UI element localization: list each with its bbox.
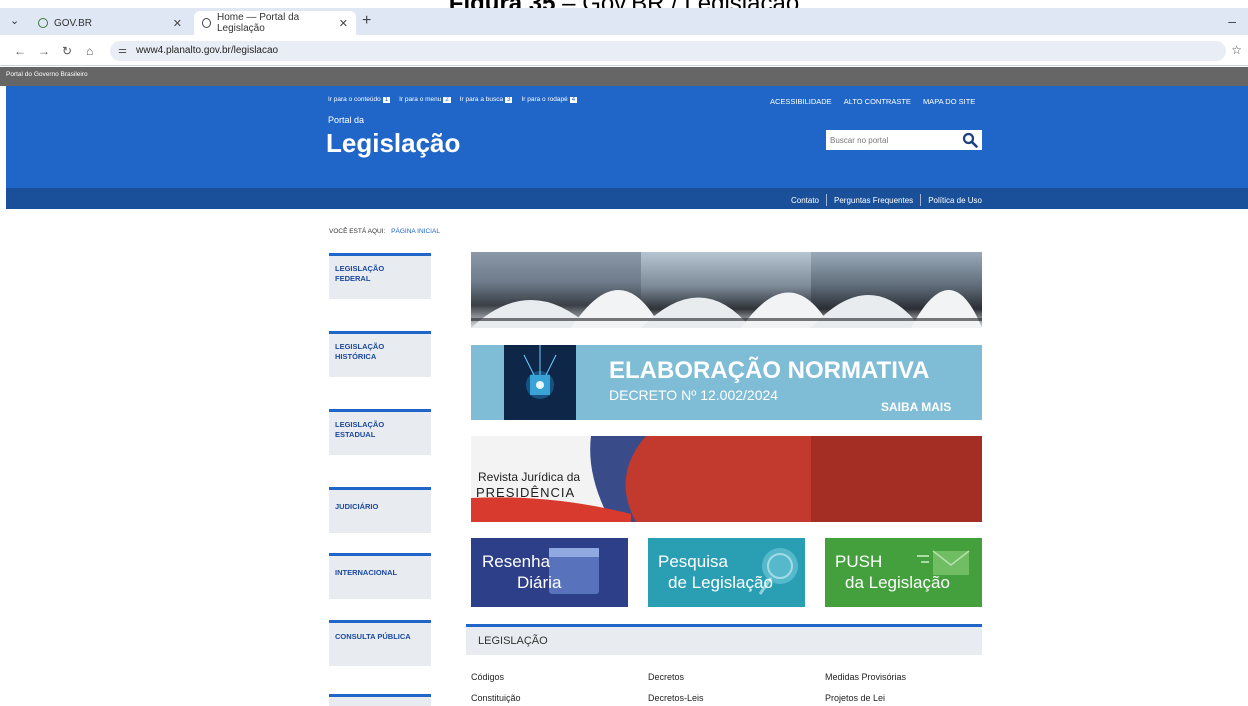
tab-search-chevron-icon[interactable]: ⌄ <box>10 14 19 27</box>
tab-govbr[interactable]: GOV.BR ✕ <box>30 11 190 35</box>
breadcrumb-current[interactable]: PÁGINA INICIAL <box>391 228 440 235</box>
accessibility-link[interactable]: ACESSIBILIDADE <box>770 97 832 106</box>
gov-bar: Portal do Governo Brasileiro <box>0 67 1248 86</box>
portal-label: Portal da <box>328 115 365 125</box>
divider <box>920 194 922 206</box>
revista-juridica-banner[interactable]: Revista Jurídica da PRESIDÊNCIA <box>471 436 982 522</box>
breadcrumb-label: VOCÊ ESTÁ AQUI: <box>329 228 386 235</box>
site-header: Ir para o conteúdo 1 Ir para o menu 2 Ir p… <box>6 86 1248 188</box>
section-title: LEGISLAÇÃO <box>478 635 548 647</box>
divider <box>826 194 828 206</box>
tile-label: PUSH <box>835 552 883 571</box>
top-links: ACESSIBILIDADE ALTO CONTRASTE MAPA DO SI… <box>770 97 975 106</box>
chip-icon <box>523 345 557 399</box>
elaboracao-subtitle: DECRETO Nº 12.002/2024 <box>609 387 779 403</box>
tile-label: Diária <box>517 573 562 592</box>
revista-line1: Revista Jurídica da <box>478 470 581 484</box>
tile-label: Resenha <box>482 552 551 571</box>
close-tab-icon[interactable]: ✕ <box>173 17 182 30</box>
resenha-diaria-tile[interactable]: Resenha Diária <box>471 538 628 607</box>
link-medidas-provisorias[interactable]: Medidas Provisórias <box>825 672 906 682</box>
bookmark-star-icon[interactable]: ☆ <box>1231 43 1242 57</box>
high-contrast-link[interactable]: ALTO CONTRASTE <box>844 97 911 106</box>
skip-link-content[interactable]: Ir para o conteúdo 1 <box>328 96 391 103</box>
site-title[interactable]: Legislação <box>326 128 460 159</box>
menu-label: ESTADUAL <box>335 430 376 439</box>
back-arrow-icon[interactable]: ← <box>14 44 26 58</box>
menu-label: LEGISLAÇÃO <box>335 420 385 429</box>
sitemap-link[interactable]: MAPA DO SITE <box>923 97 975 106</box>
tile-label: Pesquisa <box>658 552 728 571</box>
saiba-mais-link[interactable]: SAIBA MAIS <box>881 400 951 414</box>
faq-link[interactable]: Perguntas Frequentes <box>834 196 913 205</box>
side-menu-item[interactable] <box>329 694 431 706</box>
tile-label: da Legislação <box>845 573 950 592</box>
side-menu-judiciario[interactable]: JUDICIÁRIO <box>329 487 431 533</box>
gov-bar-label[interactable]: Portal do Governo Brasileiro <box>6 71 88 78</box>
building-columns-graphic <box>471 290 982 328</box>
link-decretos-leis[interactable]: Decretos-Leis <box>648 693 704 703</box>
contact-link[interactable]: Contato <box>791 196 819 205</box>
planalto-building-banner[interactable] <box>471 252 982 328</box>
tile-label: de Legislação <box>668 573 773 592</box>
side-menu-legislacao-estadual[interactable]: LEGISLAÇÃO ESTADUAL <box>329 409 431 455</box>
search-input[interactable] <box>830 132 958 148</box>
new-tab-button[interactable]: + <box>362 12 371 30</box>
revista-line2: PRESIDÊNCIA <box>476 485 576 500</box>
forward-arrow-icon[interactable]: → <box>38 44 50 58</box>
site-info-icon[interactable]: ⚌ <box>118 41 127 61</box>
tab-label: GOV.BR <box>54 17 92 29</box>
favicon-icon <box>38 18 48 28</box>
side-menu-legislacao-historica[interactable]: LEGISLAÇÃO HISTÓRICA <box>329 331 431 377</box>
menu-label: INTERNACIONAL <box>335 568 398 577</box>
globe-icon <box>202 18 211 28</box>
push-legislacao-tile[interactable]: PUSH da Legislação <box>825 538 982 607</box>
skip-link-search[interactable]: Ir para a busca 3 <box>460 96 513 103</box>
side-menu-legislacao-federal[interactable]: LEGISLAÇÃO FEDERAL <box>329 253 431 299</box>
menu-label: CONSULTA PÚBLICA <box>335 632 411 641</box>
pesquisa-legislacao-tile[interactable]: Pesquisa de Legislação <box>648 538 805 607</box>
side-menu-consulta-publica[interactable]: CONSULTA PÚBLICA <box>329 620 431 666</box>
link-codigos[interactable]: Códigos <box>471 672 504 682</box>
menu-label: FEDERAL <box>335 274 371 283</box>
link-decretos[interactable]: Decretos <box>648 672 684 682</box>
elaboracao-title: ELABORAÇÃO NORMATIVA <box>609 357 930 384</box>
menu-label: LEGISLAÇÃO <box>335 264 385 273</box>
minimize-button[interactable]: – <box>1228 13 1236 29</box>
browser-toolbar: ← → ↻ ⌂ ⚌ www4.planalto.gov.br/legislaca… <box>0 35 1248 66</box>
menu-label: LEGISLAÇÃO <box>335 342 385 351</box>
elaboracao-normativa-banner[interactable]: ELABORAÇÃO NORMATIVA DECRETO Nº 12.002/2… <box>471 345 982 420</box>
search-icon[interactable] <box>962 132 978 148</box>
browser-tab-bar: ⌄ GOV.BR ✕ Home — Portal da Legislação ✕… <box>0 8 1248 35</box>
address-bar[interactable]: ⚌ www4.planalto.gov.br/legislacao <box>110 41 1226 61</box>
skip-links: Ir para o conteúdo 1 Ir para o menu 2 Ir p… <box>328 96 578 103</box>
close-tab-icon[interactable]: ✕ <box>339 17 348 30</box>
reload-icon[interactable]: ↻ <box>62 44 72 58</box>
legislacao-section-header: LEGISLAÇÃO <box>466 624 982 655</box>
link-constituicao[interactable]: Constituição <box>471 693 521 703</box>
tab-portal-legislacao[interactable]: Home — Portal da Legislação ✕ <box>194 11 356 35</box>
usage-policy-link[interactable]: Política de Uso <box>928 196 982 205</box>
side-menu-internacional[interactable]: INTERNACIONAL <box>329 553 431 599</box>
url-text: www4.planalto.gov.br/legislacao <box>136 45 279 56</box>
home-icon[interactable]: ⌂ <box>86 44 93 58</box>
skip-link-menu[interactable]: Ir para o menu 2 <box>399 96 451 103</box>
skip-link-footer[interactable]: Ir para o rodapé 4 <box>521 96 578 103</box>
search-box <box>826 130 982 150</box>
menu-label: HISTÓRICA <box>335 352 377 361</box>
breadcrumb: VOCÊ ESTÁ AQUI: PÁGINA INICIAL <box>329 228 440 235</box>
link-projetos-de-lei[interactable]: Projetos de Lei <box>825 693 885 703</box>
tab-label: Home — Portal da Legislação <box>216 12 300 34</box>
menu-label: JUDICIÁRIO <box>335 502 379 511</box>
digital-chip-image <box>504 345 576 420</box>
sub-navigation: Contato Perguntas Frequentes Política de… <box>6 188 1248 209</box>
